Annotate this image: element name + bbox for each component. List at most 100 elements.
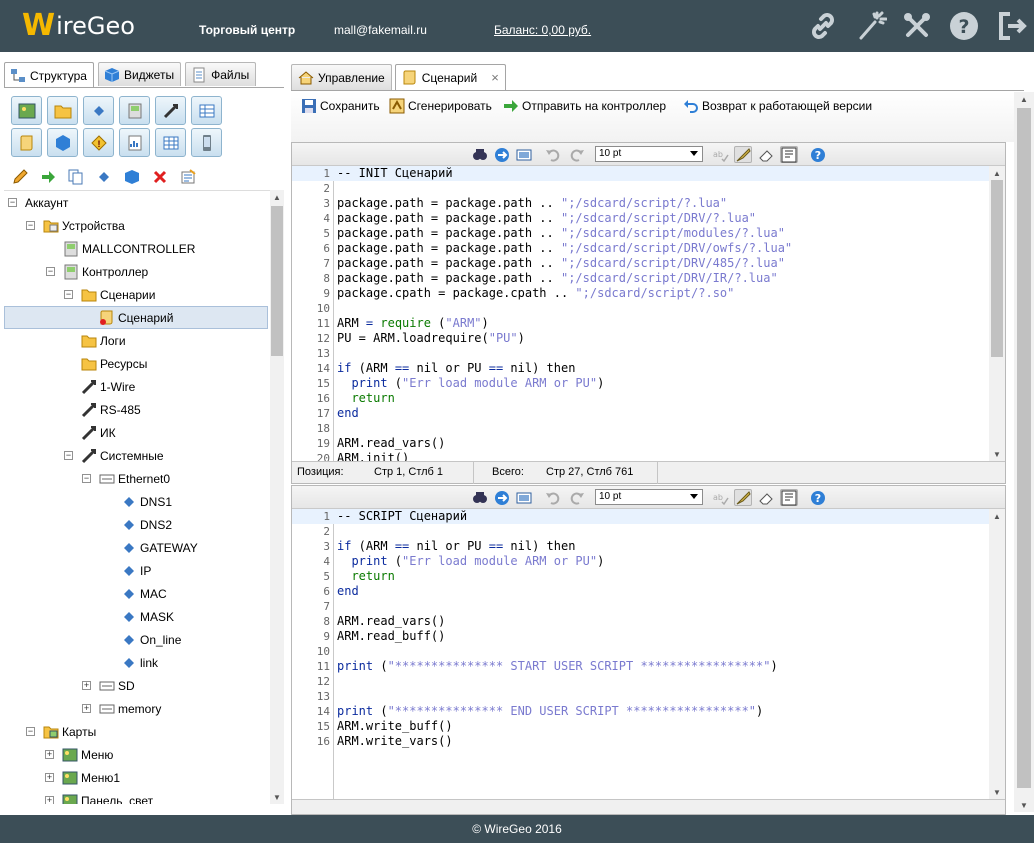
code-line[interactable]: 2	[292, 181, 989, 196]
tree-node-scenarios[interactable]: − Сценарии	[64, 283, 155, 306]
spellcheck-icon[interactable]: ab	[712, 146, 730, 163]
code-line[interactable]: 3 package.path = package.path .. ";/sdcar…	[292, 196, 989, 211]
wrap-icon[interactable]	[780, 489, 798, 506]
code-line[interactable]: 3 if (ARM == nil or PU == nil) then	[292, 539, 989, 554]
undo-icon[interactable]	[544, 146, 562, 163]
tree-node-ir[interactable]: ИК	[81, 421, 116, 444]
goto-icon[interactable]	[493, 146, 511, 163]
collapse-icon[interactable]: −	[82, 474, 91, 483]
tree-node-logs[interactable]: Логи	[81, 329, 126, 352]
expand-icon[interactable]: +	[45, 750, 54, 759]
eraser-icon[interactable]	[757, 489, 775, 506]
code-line[interactable]: 8 package.path = package.path .. ";/sdcar…	[292, 271, 989, 286]
code-area[interactable]: 1 -- INIT Сценарий 2 3 package.path = packag…	[292, 166, 989, 461]
code-line[interactable]: 20 ARM.init()	[292, 451, 989, 461]
expand-icon[interactable]: +	[45, 796, 54, 804]
code-line[interactable]: 15 ARM.write_buff()	[292, 719, 989, 734]
grid-widget-button[interactable]	[155, 128, 186, 157]
tree-node-gateway[interactable]: GATEWAY	[121, 536, 198, 559]
tree-node-resources[interactable]: Ресурсы	[81, 352, 147, 375]
magic-wand-icon[interactable]	[854, 9, 888, 43]
code-line[interactable]: 12 PU = ARM.loadrequire("PU")	[292, 331, 989, 346]
goto-icon[interactable]	[493, 489, 511, 506]
tree-node-menu[interactable]: + Меню	[45, 743, 113, 766]
send-to-controller-button[interactable]: Отправить на контроллер	[503, 97, 666, 115]
tree-node-mac[interactable]: MAC	[121, 582, 167, 605]
help-icon[interactable]: ?	[947, 9, 981, 43]
tree-node-panel[interactable]: + Панель_свет	[45, 789, 153, 804]
tab-files[interactable]: Файлы	[185, 62, 257, 86]
font-size-select[interactable]: 10 pt	[595, 146, 703, 162]
highlight-icon[interactable]	[734, 489, 752, 506]
undo-icon[interactable]	[544, 489, 562, 506]
scroll-down-arrow[interactable]: ▼	[1014, 798, 1034, 812]
collapse-icon[interactable]: −	[46, 267, 55, 276]
link-icon[interactable]	[806, 9, 840, 43]
tree-node-ip[interactable]: IP	[121, 559, 151, 582]
chart-widget-button[interactable]	[119, 128, 150, 157]
alert-widget-button[interactable]: !	[83, 128, 114, 157]
code-line[interactable]: 10	[292, 301, 989, 316]
code-line[interactable]: 11 print ("*************** START USER SCR…	[292, 659, 989, 674]
page-scrollbar[interactable]: ▲ ▼	[1014, 92, 1034, 812]
find-icon[interactable]	[471, 146, 489, 163]
code-line[interactable]: 12	[292, 674, 989, 689]
code-line[interactable]: 16 return	[292, 391, 989, 406]
code-line[interactable]: 14 if (ARM == nil or PU == nil) then	[292, 361, 989, 376]
scroll-up-arrow[interactable]: ▲	[1014, 92, 1034, 106]
code-line[interactable]: 14 print ("*************** END USER SCRIP…	[292, 704, 989, 719]
save-button[interactable]: Сохранить	[301, 97, 380, 115]
code-line[interactable]: 2	[292, 524, 989, 539]
code-line[interactable]: 15 print ("Err load module ARM or PU")	[292, 376, 989, 391]
collapse-icon[interactable]: −	[26, 727, 35, 736]
scroll-up-arrow[interactable]: ▲	[989, 166, 1005, 180]
code-line[interactable]: 13	[292, 689, 989, 704]
code-line[interactable]: 4 print ("Err load module ARM or PU")	[292, 554, 989, 569]
code-line[interactable]: 19 ARM.read_vars()	[292, 436, 989, 451]
find-icon[interactable]	[471, 489, 489, 506]
code-line[interactable]: 5 return	[292, 569, 989, 584]
tree-node-maps[interactable]: − Карты	[26, 720, 96, 743]
scroll-thumb[interactable]	[1017, 108, 1031, 788]
font-size-select[interactable]: 10 pt	[595, 489, 703, 505]
phone-widget-button[interactable]	[191, 128, 222, 157]
help-icon[interactable]: ?	[809, 489, 827, 506]
scroll-down-arrow[interactable]: ▼	[270, 790, 284, 804]
code-line[interactable]: 6 package.path = package.path .. ";/sdcar…	[292, 241, 989, 256]
delete-icon[interactable]	[152, 169, 168, 185]
tree-node-dns2[interactable]: DNS2	[121, 513, 172, 536]
code-line[interactable]: 11 ARM = require ("ARM")	[292, 316, 989, 331]
variable-widget-button[interactable]	[83, 96, 114, 125]
fullscreen-icon[interactable]	[515, 146, 533, 163]
code-line[interactable]: 7	[292, 599, 989, 614]
tree-node-mallcontroller[interactable]: MALLCONTROLLER	[63, 237, 195, 260]
tree-node-controller[interactable]: − Контроллер	[46, 260, 148, 283]
code-line[interactable]: 1 -- INIT Сценарий	[292, 166, 989, 181]
code-line[interactable]: 16 ARM.write_vars()	[292, 734, 989, 749]
wiregeo-logo[interactable]: WireGeo	[22, 9, 135, 43]
eraser-icon[interactable]	[757, 146, 775, 163]
code-scrollbar[interactable]: ▲ ▼	[989, 166, 1005, 461]
code-line[interactable]: 18	[292, 421, 989, 436]
code-line[interactable]: 7 package.path = package.path .. ";/sdcar…	[292, 256, 989, 271]
tree-scrollbar[interactable]: ▲ ▼	[270, 190, 284, 804]
code-line[interactable]: 1 -- SCRIPT Сценарий	[292, 509, 989, 524]
code-line[interactable]: 8 ARM.read_vars()	[292, 614, 989, 629]
tab-structure[interactable]: Структура	[4, 62, 94, 88]
tree-node-account[interactable]: − Аккаунт	[8, 191, 68, 214]
tree-node-dns1[interactable]: DNS1	[121, 490, 172, 513]
spellcheck-icon[interactable]: ab	[712, 489, 730, 506]
collapse-icon[interactable]: −	[64, 290, 73, 299]
arrow-right-icon[interactable]	[40, 169, 56, 185]
revert-button[interactable]: Возврат к работающей версии	[683, 97, 872, 115]
fullscreen-icon[interactable]	[515, 489, 533, 506]
code-line[interactable]: 4 package.path = package.path .. ";/sdcar…	[292, 211, 989, 226]
tab-management[interactable]: Управление	[291, 64, 392, 90]
code-line[interactable]: 10	[292, 644, 989, 659]
scroll-thumb[interactable]	[991, 180, 1003, 357]
help-icon[interactable]: ?	[809, 146, 827, 163]
expand-icon[interactable]: +	[82, 681, 91, 690]
tree-node-sd[interactable]: + SD	[82, 674, 135, 697]
folder-widget-button[interactable]	[47, 96, 78, 125]
table-widget-button[interactable]	[191, 96, 222, 125]
